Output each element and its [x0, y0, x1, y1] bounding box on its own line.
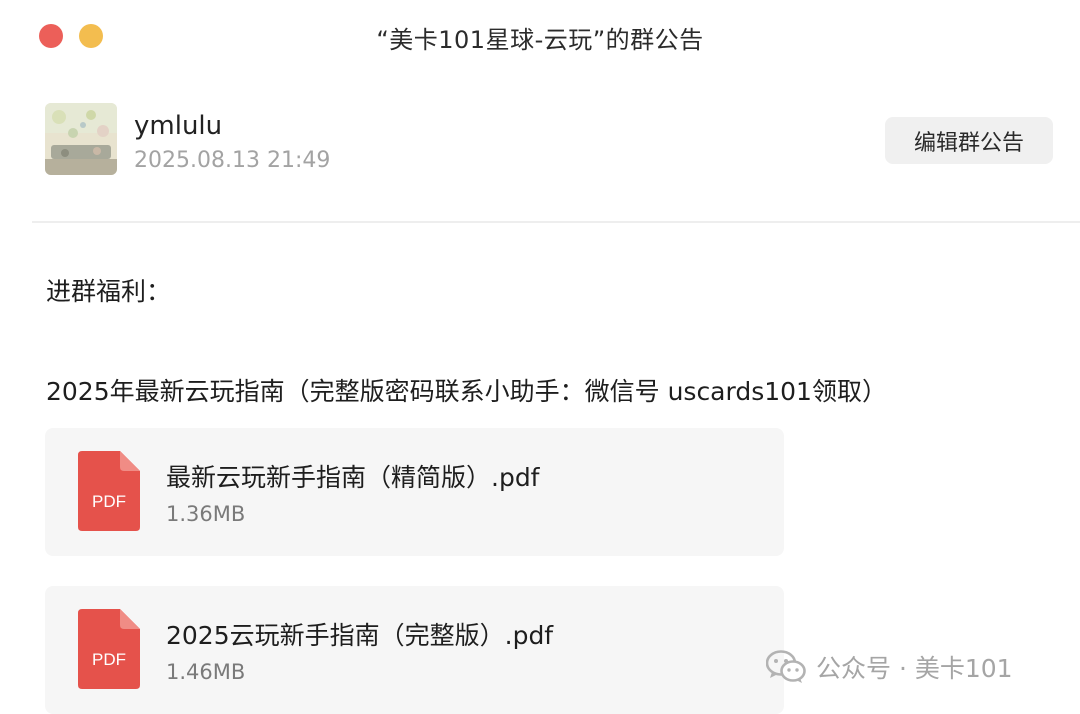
file-size: 1.46MB [166, 660, 246, 684]
benefit-heading: 进群福利： [46, 277, 172, 306]
header-divider [32, 221, 1080, 223]
avatar-image [45, 103, 117, 175]
file-name: 最新云玩新手指南（精简版）.pdf [166, 463, 540, 492]
file-name: 2025云玩新手指南（完整版）.pdf [166, 621, 554, 650]
file-attachment[interactable]: PDF 最新云玩新手指南（精简版）.pdf 1.36MB [45, 428, 784, 556]
wechat-icon [766, 650, 806, 683]
title-bar: “美卡101星球-云玩”的群公告 [0, 0, 1080, 72]
author-name: ymlulu [134, 111, 223, 141]
window-title: “美卡101星球-云玩”的群公告 [376, 26, 704, 54]
pdf-icon: PDF [78, 609, 140, 689]
announcement-window: “美卡101星球-云玩”的群公告 ymlulu 2025.08.13 21:49… [0, 0, 1080, 714]
svg-text:PDF: PDF [92, 650, 126, 669]
guide-intro-text: 2025年最新云玩指南（完整版密码联系小助手：微信号 uscards101领取） [46, 377, 887, 406]
file-size: 1.36MB [166, 502, 246, 526]
pdf-icon: PDF [78, 451, 140, 531]
avatar[interactable] [45, 103, 117, 175]
post-timestamp: 2025.08.13 21:49 [134, 148, 331, 173]
file-attachment[interactable]: PDF 2025云玩新手指南（完整版）.pdf 1.46MB [45, 586, 784, 714]
edit-announcement-button[interactable]: 编辑群公告 [885, 117, 1053, 164]
watermark: 公众号 · 美卡101 [766, 647, 1013, 687]
watermark-text: 公众号 · 美卡101 [816, 654, 1013, 683]
svg-text:PDF: PDF [92, 492, 126, 511]
